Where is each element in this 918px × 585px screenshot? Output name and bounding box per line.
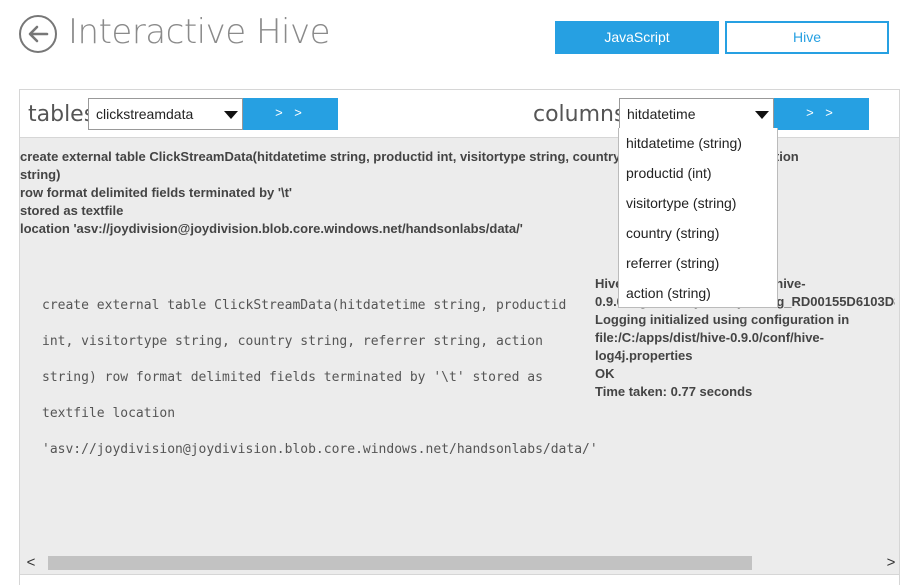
- insert-column-button[interactable]: > >: [774, 98, 869, 130]
- columns-select[interactable]: hitdatetime: [619, 98, 774, 130]
- scroll-left-arrow[interactable]: <: [22, 554, 40, 571]
- executed-query-line: textfile location: [42, 406, 176, 421]
- scroll-right-arrow[interactable]: >: [882, 554, 900, 571]
- output-line: Logging initialized using configuration …: [595, 312, 850, 327]
- columns-label: columns: [533, 102, 626, 127]
- column-option[interactable]: country (string): [619, 218, 777, 248]
- chevron-down-icon: [224, 111, 238, 119]
- columns-dropdown-list: hitdatetime (string) productid (int) vis…: [618, 128, 778, 308]
- output-line: log4j.properties: [595, 348, 693, 363]
- back-button[interactable]: [19, 15, 57, 53]
- chevron-down-icon: [755, 111, 769, 119]
- bottom-panel-edge: [20, 574, 899, 585]
- tables-selected-value: clickstreamdata: [96, 106, 194, 122]
- output-line: Time taken: 0.77 seconds: [595, 384, 753, 399]
- executed-query-line: string) row format delimited fields term…: [42, 370, 543, 385]
- output-line: file:/C:/apps/dist/hive-0.9.0/conf/hive-: [595, 330, 824, 345]
- horizontal-scrollbar[interactable]: < >: [20, 552, 899, 574]
- executed-query-line: int, visitortype string, country string,…: [42, 334, 543, 349]
- scrollbar-thumb[interactable]: [48, 556, 752, 570]
- arrow-left-icon: [28, 25, 49, 43]
- tables-label: tables: [28, 102, 96, 127]
- output-line: OK: [595, 366, 615, 381]
- page-title: Interactive Hive: [68, 12, 331, 52]
- hive-mode-button[interactable]: Hive: [725, 21, 889, 54]
- column-option[interactable]: hitdatetime (string): [619, 128, 777, 158]
- column-option[interactable]: productid (int): [619, 158, 777, 188]
- javascript-mode-button[interactable]: JavaScript: [555, 21, 719, 54]
- executed-query-line: create external table ClickStreamData(hi…: [42, 298, 567, 313]
- insert-table-button[interactable]: > >: [243, 98, 338, 130]
- executed-query-line: 'asv://joydivision@joydivision.blob.core…: [42, 442, 598, 457]
- executed-query: create external table ClickStreamData(hi…: [42, 279, 598, 477]
- column-option[interactable]: referrer (string): [619, 248, 777, 278]
- columns-selected-value: hitdatetime: [627, 106, 696, 122]
- column-option[interactable]: visitortype (string): [619, 188, 777, 218]
- tables-select[interactable]: clickstreamdata: [88, 98, 243, 130]
- column-option[interactable]: action (string): [619, 278, 777, 308]
